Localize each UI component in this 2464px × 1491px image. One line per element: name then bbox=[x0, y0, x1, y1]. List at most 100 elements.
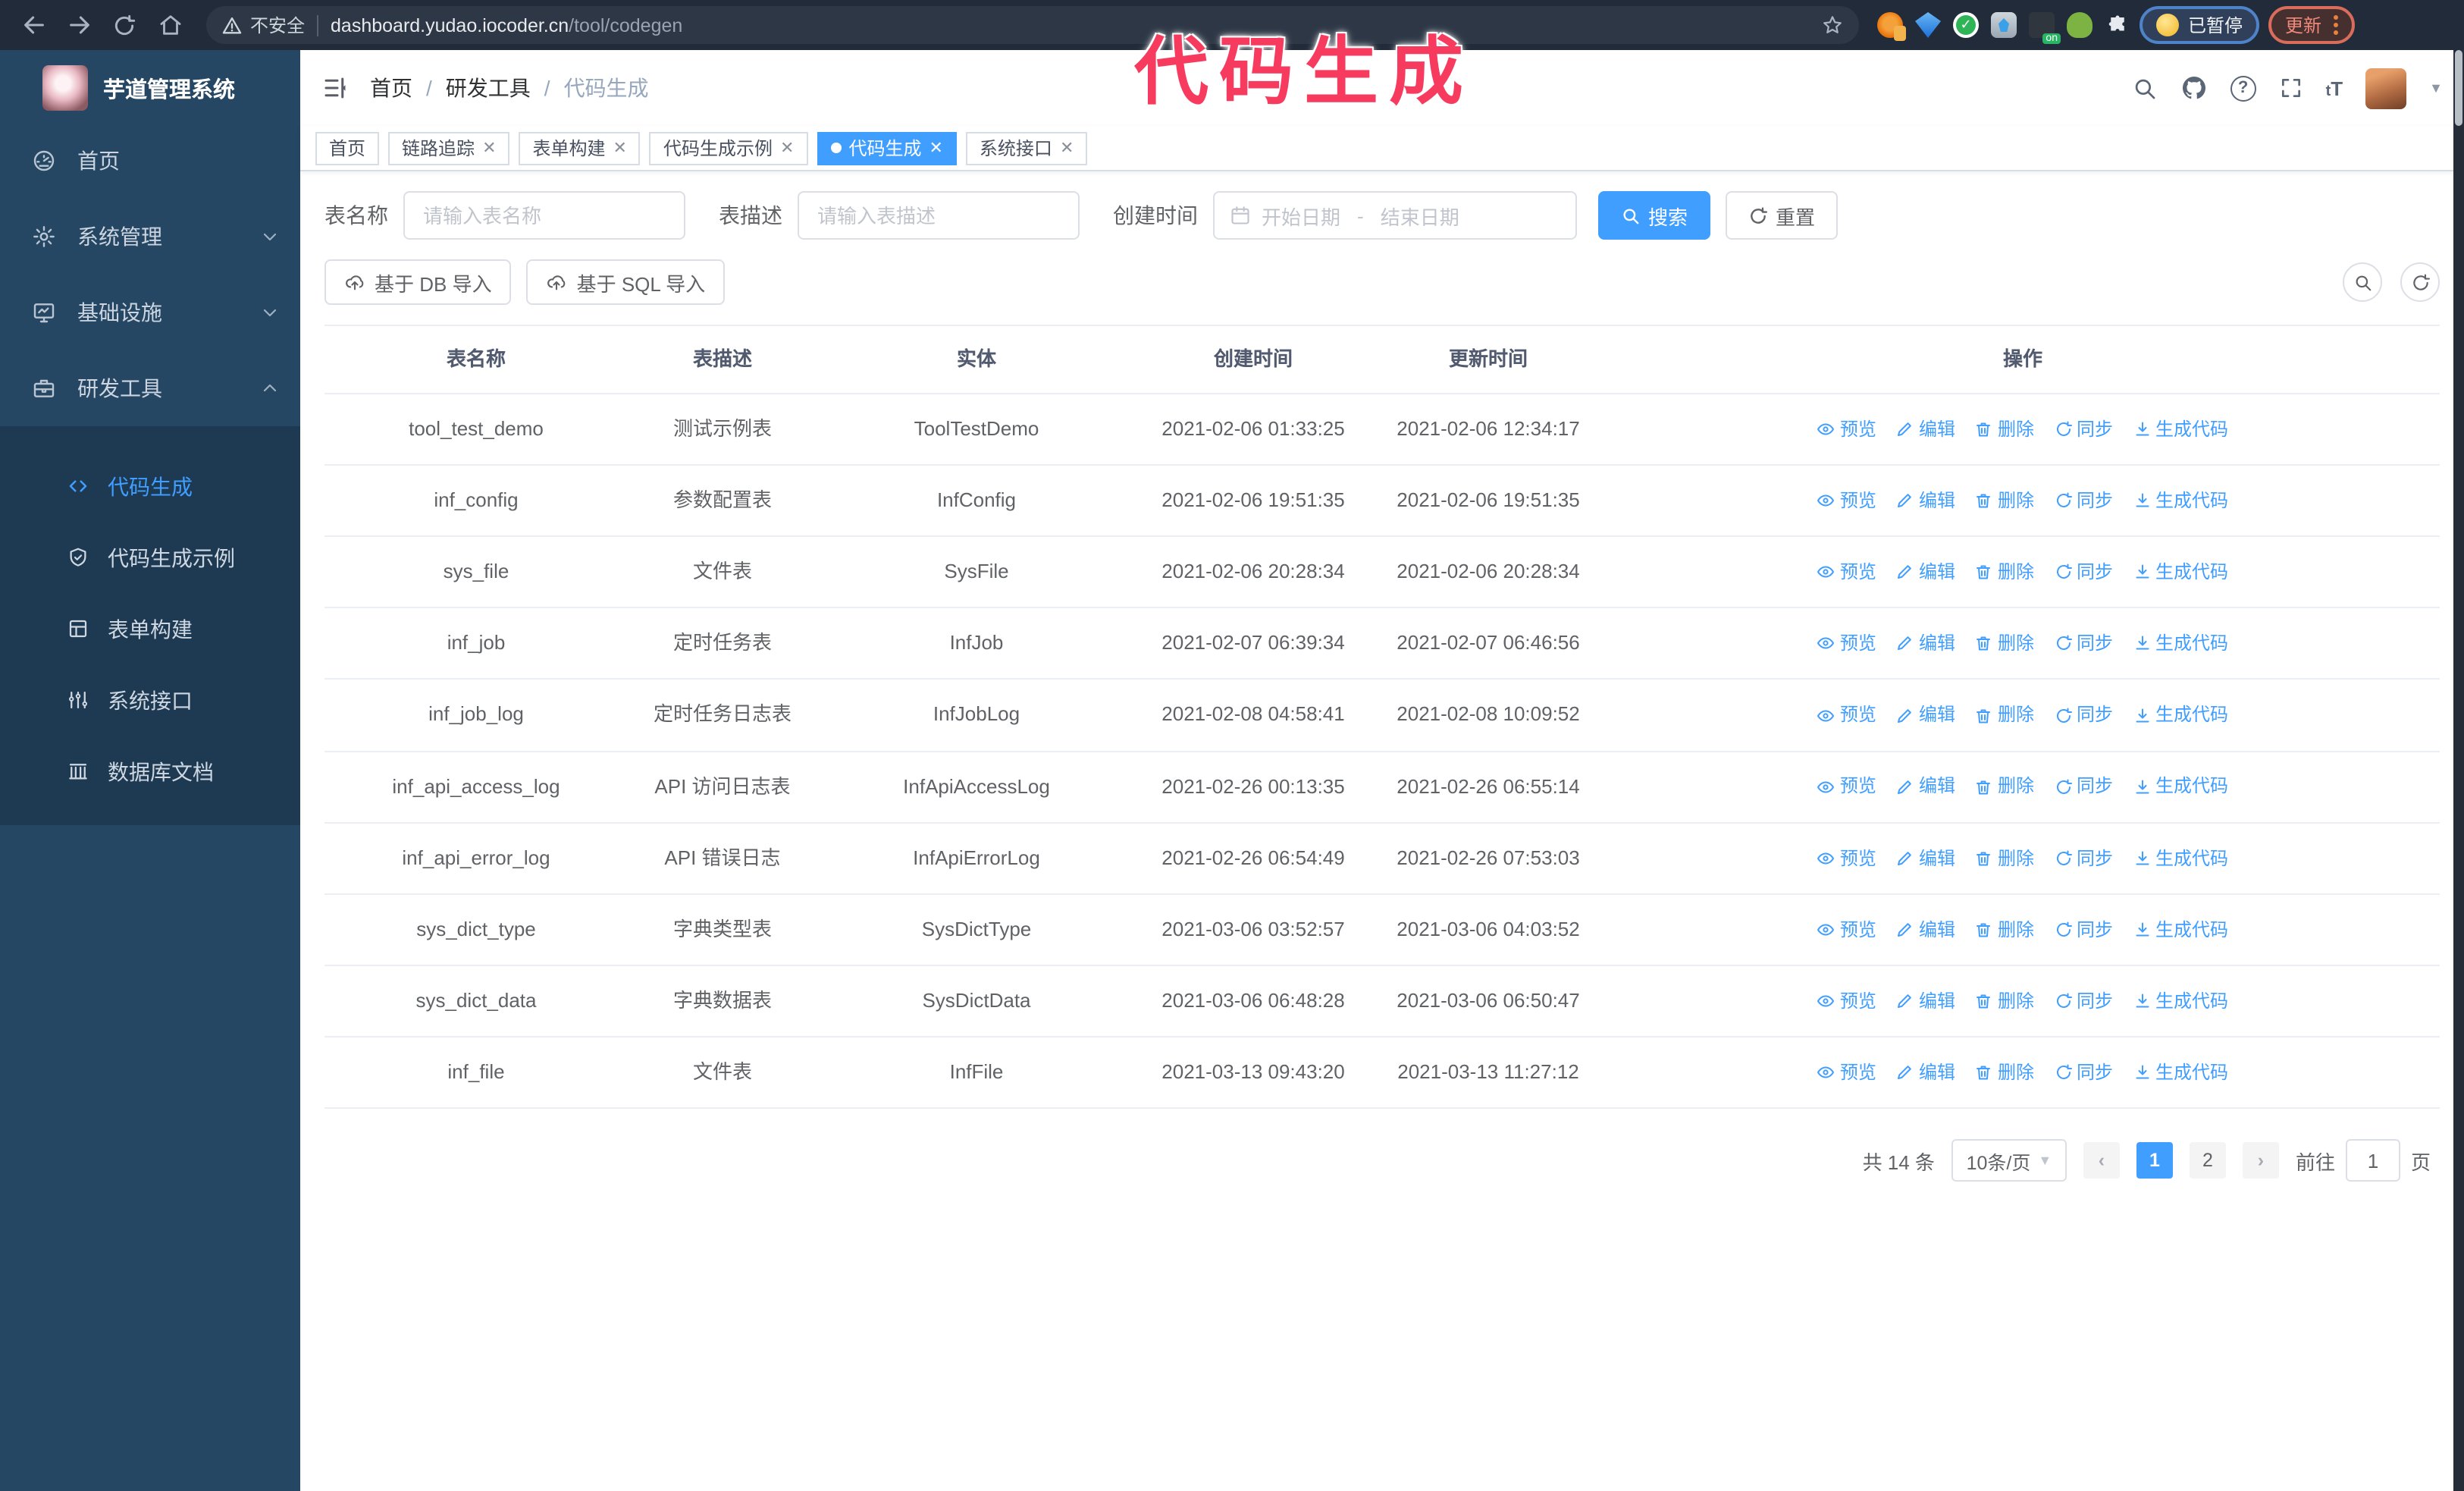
sync-link[interactable]: 同步 bbox=[2054, 557, 2113, 588]
close-icon[interactable]: ✕ bbox=[780, 138, 794, 158]
tab-system-api[interactable]: 系统接口 ✕ bbox=[965, 131, 1088, 165]
orange-extension-icon[interactable] bbox=[1877, 12, 1906, 41]
delete-link[interactable]: 删除 bbox=[1975, 557, 2034, 588]
sidebar-item-infra[interactable]: 基础设施 bbox=[0, 275, 300, 350]
delete-link[interactable]: 删除 bbox=[1975, 1057, 2034, 1088]
browser-back-button[interactable] bbox=[15, 7, 52, 43]
puzzle-extension-icon[interactable] bbox=[2105, 12, 2130, 38]
delete-link[interactable]: 删除 bbox=[1975, 700, 2034, 731]
close-icon[interactable]: ✕ bbox=[482, 138, 496, 158]
bookmark-star-icon[interactable] bbox=[1821, 14, 1844, 36]
generate-code-link[interactable]: 生成代码 bbox=[2133, 700, 2228, 731]
import-sql-button[interactable]: 基于 SQL 导入 bbox=[526, 259, 726, 305]
page-button-1[interactable]: 1 bbox=[2136, 1142, 2173, 1179]
generate-code-link[interactable]: 生成代码 bbox=[2133, 557, 2228, 588]
browser-forward-button[interactable] bbox=[61, 7, 97, 43]
reset-button[interactable]: 重置 bbox=[1726, 191, 1839, 240]
sync-link[interactable]: 同步 bbox=[2054, 843, 2113, 874]
app-logo-row[interactable]: 芋道管理系统 bbox=[0, 50, 300, 123]
generate-code-link[interactable]: 生成代码 bbox=[2133, 414, 2228, 445]
preview-link[interactable]: 预览 bbox=[1817, 485, 1876, 516]
delete-link[interactable]: 删除 bbox=[1975, 628, 2034, 659]
edit-link[interactable]: 编辑 bbox=[1896, 771, 1955, 802]
preview-link[interactable]: 预览 bbox=[1817, 700, 1876, 731]
sidebar-item-codegen-example[interactable]: 代码生成示例 bbox=[0, 522, 300, 593]
delete-link[interactable]: 删除 bbox=[1975, 985, 2034, 1016]
preview-link[interactable]: 预览 bbox=[1817, 557, 1876, 588]
preview-link[interactable]: 预览 bbox=[1817, 985, 1876, 1016]
generate-code-link[interactable]: 生成代码 bbox=[2133, 485, 2228, 516]
preview-link[interactable]: 预览 bbox=[1817, 771, 1876, 802]
preview-link[interactable]: 预览 bbox=[1817, 628, 1876, 659]
toggle-search-button[interactable] bbox=[2343, 262, 2382, 302]
github-icon[interactable] bbox=[2180, 74, 2208, 102]
close-icon[interactable]: ✕ bbox=[1060, 138, 1074, 158]
sidebar-item-codegen[interactable]: 代码生成 bbox=[0, 450, 300, 522]
date-start-placeholder[interactable]: 开始日期 bbox=[1262, 201, 1340, 230]
sync-link[interactable]: 同步 bbox=[2054, 700, 2113, 731]
blue-gem-extension-icon[interactable] bbox=[1915, 12, 1941, 38]
breadcrumb-home[interactable]: 首页 bbox=[370, 73, 412, 103]
date-end-placeholder[interactable]: 结束日期 bbox=[1381, 201, 1459, 230]
sidebar-item-db-docs[interactable]: 数据库文档 bbox=[0, 736, 300, 807]
sidebar-item-devtools[interactable]: 研发工具 bbox=[0, 350, 300, 426]
font-size-icon[interactable]: tT bbox=[2326, 77, 2343, 99]
import-db-button[interactable]: 基于 DB 导入 bbox=[324, 259, 512, 305]
browser-scrollbar[interactable] bbox=[2453, 50, 2464, 1491]
sidebar-item-form-builder[interactable]: 表单构建 bbox=[0, 593, 300, 664]
profile-paused-badge[interactable]: 已暂停 bbox=[2140, 6, 2260, 44]
delete-link[interactable]: 删除 bbox=[1975, 914, 2034, 945]
sidebar-item-system-api[interactable]: 系统接口 bbox=[0, 664, 300, 736]
generate-code-link[interactable]: 生成代码 bbox=[2133, 843, 2228, 874]
sync-link[interactable]: 同步 bbox=[2054, 628, 2113, 659]
scrollbar-thumb[interactable] bbox=[2455, 50, 2462, 126]
preview-link[interactable]: 预览 bbox=[1817, 914, 1876, 945]
browser-menu-icon[interactable] bbox=[2334, 15, 2339, 35]
page-button-2[interactable]: 2 bbox=[2189, 1142, 2226, 1179]
sync-link[interactable]: 同步 bbox=[2054, 771, 2113, 802]
delete-link[interactable]: 删除 bbox=[1975, 485, 2034, 516]
edit-link[interactable]: 编辑 bbox=[1896, 1057, 1955, 1088]
delete-link[interactable]: 删除 bbox=[1975, 843, 2034, 874]
date-range-picker[interactable]: 开始日期 - 结束日期 bbox=[1213, 191, 1577, 240]
delete-link[interactable]: 删除 bbox=[1975, 771, 2034, 802]
edit-link[interactable]: 编辑 bbox=[1896, 914, 1955, 945]
search-button[interactable]: 搜索 bbox=[1598, 191, 1711, 240]
browser-reload-button[interactable] bbox=[106, 7, 143, 43]
sync-link[interactable]: 同步 bbox=[2054, 1057, 2113, 1088]
close-icon[interactable]: ✕ bbox=[613, 138, 627, 158]
edit-link[interactable]: 编辑 bbox=[1896, 414, 1955, 445]
fullscreen-icon[interactable] bbox=[2279, 76, 2303, 100]
page-size-select[interactable]: 10条/页 ▼ bbox=[1951, 1139, 2067, 1182]
help-icon[interactable]: ? bbox=[2230, 75, 2256, 101]
table-desc-input[interactable] bbox=[798, 191, 1080, 240]
browser-home-button[interactable] bbox=[152, 7, 188, 43]
goto-page-input[interactable] bbox=[2345, 1139, 2400, 1182]
on-badge-extension-icon[interactable] bbox=[2029, 12, 2061, 44]
preview-link[interactable]: 预览 bbox=[1817, 843, 1876, 874]
browser-update-button[interactable]: 更新 bbox=[2268, 6, 2356, 44]
edit-link[interactable]: 编辑 bbox=[1896, 843, 1955, 874]
sync-link[interactable]: 同步 bbox=[2054, 914, 2113, 945]
tab-home[interactable]: 首页 bbox=[315, 131, 380, 165]
tab-codegen[interactable]: 代码生成 ✕ bbox=[817, 131, 957, 165]
preview-link[interactable]: 预览 bbox=[1817, 1057, 1876, 1088]
edit-link[interactable]: 编辑 bbox=[1896, 700, 1955, 731]
delete-link[interactable]: 删除 bbox=[1975, 414, 2034, 445]
tab-tracing[interactable]: 链路追踪 ✕ bbox=[388, 131, 510, 165]
generate-code-link[interactable]: 生成代码 bbox=[2133, 1057, 2228, 1088]
edit-link[interactable]: 编辑 bbox=[1896, 485, 1955, 516]
green-check-extension-icon[interactable] bbox=[1953, 12, 1979, 38]
avatar-caret-icon[interactable]: ▼ bbox=[2429, 80, 2443, 96]
tab-codegen-example[interactable]: 代码生成示例 ✕ bbox=[649, 131, 808, 165]
sync-link[interactable]: 同步 bbox=[2054, 414, 2113, 445]
refresh-table-button[interactable] bbox=[2400, 262, 2440, 302]
green-bot-extension-icon[interactable] bbox=[2067, 12, 2093, 38]
sidebar-item-system[interactable]: 系统管理 bbox=[0, 199, 300, 275]
generate-code-link[interactable]: 生成代码 bbox=[2133, 985, 2228, 1016]
user-avatar[interactable] bbox=[2365, 67, 2407, 108]
prev-page-button[interactable]: ‹ bbox=[2083, 1142, 2120, 1179]
generate-code-link[interactable]: 生成代码 bbox=[2133, 771, 2228, 802]
edit-link[interactable]: 编辑 bbox=[1896, 985, 1955, 1016]
security-indicator[interactable]: 不安全 bbox=[221, 12, 305, 38]
